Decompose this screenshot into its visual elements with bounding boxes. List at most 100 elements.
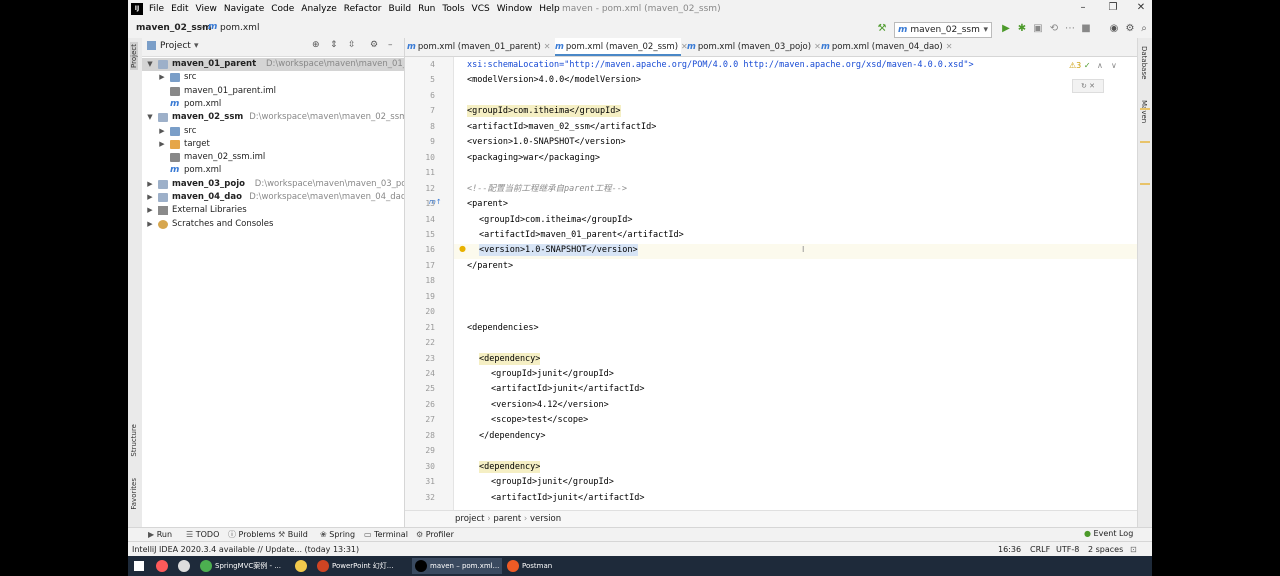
tree-item[interactable]: m pom.xml (142, 164, 404, 177)
menu-item-file[interactable]: File (149, 4, 164, 14)
code-line[interactable]: <dependency> (479, 460, 541, 473)
breadcrumb-item[interactable]: version (530, 514, 561, 524)
close-icon[interactable]: ✕ (1134, 2, 1148, 13)
code-line[interactable]: <groupId>com.itheima</groupId> (479, 214, 633, 226)
chevron-right-icon[interactable]: ▶ (146, 204, 154, 217)
taskbar-item[interactable] (178, 558, 193, 574)
code-line[interactable]: <parent> (467, 198, 508, 210)
minimize-icon[interactable]: – (1076, 2, 1090, 13)
code-line[interactable]: <dependencies> (467, 322, 539, 334)
indent-setting[interactable]: 2 spaces (1088, 542, 1123, 556)
code-line[interactable]: <scope>test</scope> (491, 414, 588, 426)
code-line[interactable]: <version>1.0-SNAPSHOT</version> (467, 136, 626, 148)
maven-reload-popup[interactable]: ↻ ✕ (1072, 79, 1104, 93)
maven-parent-gutter-icon[interactable]: m↑ (429, 198, 442, 206)
settings-icon[interactable]: ⚙ (370, 40, 378, 50)
code-line[interactable]: <version>4.12</version> (491, 399, 609, 411)
line-separator[interactable]: CRLF (1030, 542, 1050, 556)
menu-item-view[interactable]: View (196, 4, 217, 14)
tree-item[interactable]: ▼ maven_02_ssm D:\workspace\maven\maven_02… (142, 111, 404, 124)
collapse-all-icon[interactable]: ⇳ (348, 40, 356, 50)
favorites-tool-tab[interactable]: Favorites (130, 478, 138, 510)
tab-1[interactable]: m pom.xml (maven_01_parent) ✕ (407, 38, 550, 56)
search-icon[interactable]: ⌕ (1138, 23, 1150, 35)
settings-icon[interactable]: ⚙ (1124, 23, 1136, 35)
run-icon[interactable]: ▶ (1000, 23, 1012, 35)
taskbar-item[interactable] (295, 558, 310, 574)
menu-item-tools[interactable]: Tools (442, 4, 464, 14)
database-tool-tab[interactable]: Database (1140, 46, 1148, 79)
chevron-right-icon[interactable]: ▶ (158, 138, 166, 151)
bottom-tool-run[interactable]: ▶ Run (148, 528, 172, 542)
breadcrumb-item[interactable]: parent (493, 514, 521, 524)
bottom-tool-todo[interactable]: ☰ TODO (186, 528, 219, 542)
breadcrumb-item[interactable]: project (455, 514, 485, 524)
run-configuration-select[interactable]: m maven_02_ssm ▾ (894, 22, 992, 38)
expand-all-icon[interactable]: ⇕ (330, 40, 338, 50)
close-icon[interactable]: ✕ (946, 42, 953, 51)
nav-file[interactable]: pom.xml (220, 23, 259, 33)
close-icon[interactable]: ✕ (544, 42, 551, 51)
tree-item[interactable]: ▶ src (142, 71, 404, 84)
chevron-right-icon[interactable]: ▶ (146, 218, 154, 231)
bottom-tool-problems[interactable]: ⓘ Problems (228, 528, 275, 542)
taskbar-item[interactable]: maven – pom.xml... (412, 558, 503, 574)
tree-item[interactable]: ▶ target (142, 138, 404, 151)
code-line[interactable]: <version>1.0-SNAPSHOT</version> (479, 244, 638, 257)
lightbulb-icon[interactable]: ● (459, 244, 466, 253)
chevron-right-icon[interactable]: ▶ (158, 71, 166, 84)
coverage-icon[interactable]: ▣ (1032, 23, 1044, 35)
code-line[interactable]: <artifactId>junit</artifactId> (491, 383, 645, 395)
tree-item[interactable]: ▼ maven_01_parent D:\workspace\maven\maven… (142, 58, 404, 71)
menu-item-run[interactable]: Run (418, 4, 435, 14)
tree-item[interactable]: maven_01_parent.iml (142, 85, 404, 98)
close-icon[interactable]: ✕ (1089, 82, 1095, 90)
code-line[interactable]: </dependency> (479, 430, 546, 442)
locate-icon[interactable]: ⊕ (312, 40, 320, 50)
menu-item-help[interactable]: Help (539, 4, 560, 14)
maximize-icon[interactable]: ❐ (1106, 2, 1120, 13)
taskbar-item[interactable]: Postman (507, 558, 552, 574)
chevron-right-icon[interactable]: ▶ (146, 178, 154, 191)
code-line[interactable]: </parent> (467, 260, 513, 272)
inspection-down-icon[interactable]: ∨ (1111, 61, 1117, 70)
hide-icon[interactable]: – (388, 40, 393, 50)
project-view-selector[interactable]: Project (160, 41, 191, 51)
tree-item[interactable]: ▶ maven_03_pojo D:\workspace\maven\maven_0… (142, 178, 404, 191)
code-editor[interactable]: 4 xsi:schemaLocation="http://maven.apache… (405, 57, 1137, 510)
bottom-tool-terminal[interactable]: ▭ Terminal (364, 528, 408, 542)
tree-item[interactable]: ▶ Scratches and Consoles (142, 218, 404, 231)
chevron-right-icon[interactable]: ▶ (146, 191, 154, 204)
tree-item[interactable]: ▶ External Libraries (142, 204, 404, 217)
user-icon[interactable]: ◉ (1108, 23, 1120, 35)
menu-item-navigate[interactable]: Navigate (224, 4, 264, 14)
menu-item-analyze[interactable]: Analyze (301, 4, 336, 14)
event-log-button[interactable]: ● Event Log (1084, 529, 1133, 538)
taskbar-item[interactable]: PowerPoint 幻灯... (317, 558, 393, 574)
profiler-icon[interactable]: ⟲ (1048, 23, 1060, 35)
tab-4[interactable]: m pom.xml (maven_04_dao) ✕ (821, 38, 952, 56)
code-line[interactable]: <artifactId>maven_02_ssm</artifactId> (467, 121, 656, 133)
inspection-widget[interactable]: ⚠3 ✓ (1069, 61, 1091, 70)
bottom-tool-profiler[interactable]: ⚙ Profiler (416, 528, 454, 542)
project-tool-tab[interactable]: Project (130, 42, 138, 70)
menu-item-refactor[interactable]: Refactor (344, 4, 382, 14)
status-message[interactable]: IntelliJ IDEA 2020.3.4 available // Upda… (132, 542, 359, 556)
code-line[interactable]: <modelVersion>4.0.0</modelVersion> (467, 74, 641, 86)
inspection-up-icon[interactable]: ∧ (1097, 61, 1103, 70)
maven-tool-tab[interactable]: Maven (1140, 100, 1148, 123)
chevron-down-icon[interactable]: ▼ (146, 111, 154, 124)
code-area[interactable]: 4 xsi:schemaLocation="http://maven.apache… (405, 57, 1137, 510)
caret-position[interactable]: 16:36 (998, 542, 1021, 556)
hammer-icon[interactable]: ⚒ (876, 23, 888, 35)
menu-item-edit[interactable]: Edit (171, 4, 188, 14)
menu-item-window[interactable]: Window (497, 4, 533, 14)
debug-icon[interactable]: ✱ (1016, 23, 1028, 35)
chevron-down-icon[interactable]: ▼ (146, 58, 154, 71)
code-line[interactable]: <groupId>junit</groupId> (491, 368, 614, 380)
tab-2[interactable]: m pom.xml (maven_02_ssm) ✕ (555, 38, 688, 56)
code-line[interactable]: xsi:schemaLocation="http://maven.apache.… (467, 59, 974, 71)
structure-tool-tab[interactable]: Structure (130, 424, 138, 457)
code-line[interactable]: <groupId>junit</groupId> (491, 476, 614, 488)
taskbar-item[interactable]: SpringMVC案例 - ... (200, 558, 281, 574)
